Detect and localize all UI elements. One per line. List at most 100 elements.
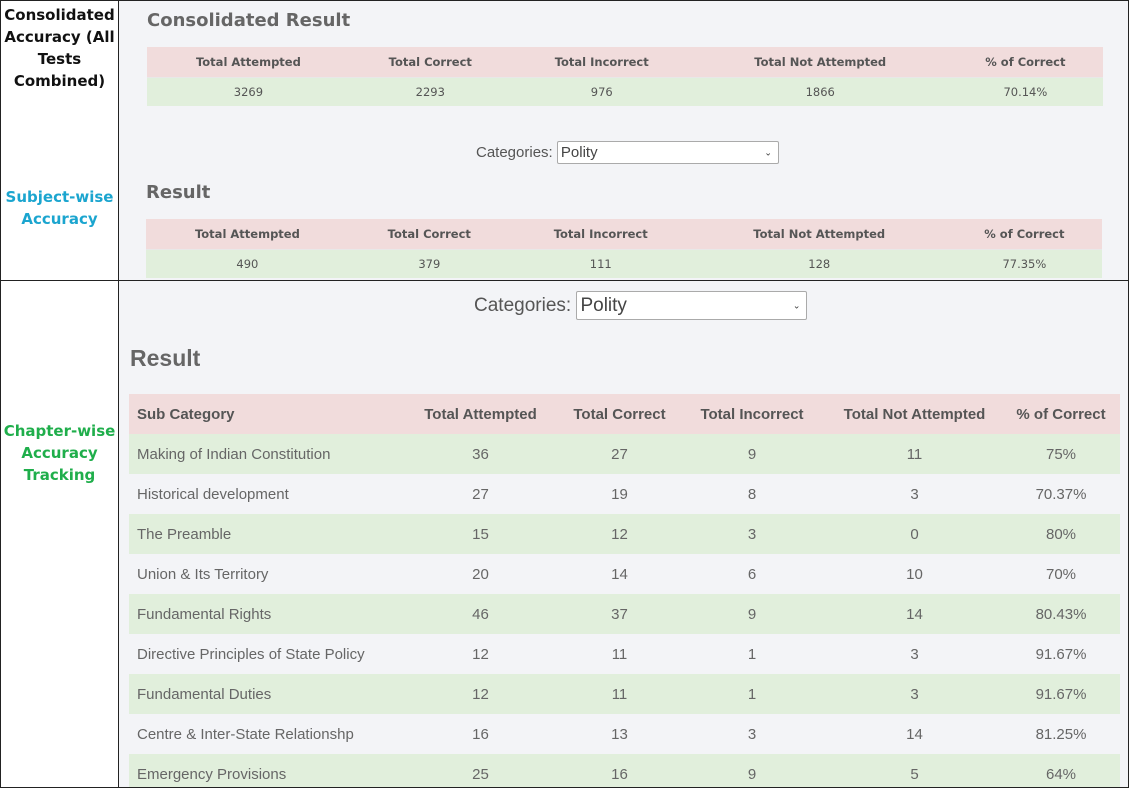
value-total-not-attempted: 1866	[692, 76, 948, 106]
header-total-incorrect: Total Incorrect	[510, 47, 693, 77]
header-total-attempted: Total Attempted	[399, 394, 562, 434]
selected-category: Polity	[580, 295, 627, 316]
cell-total-incorrect: 9	[677, 594, 827, 634]
table-header-row: Total Attempted Total Correct Total Inco…	[147, 47, 1103, 77]
subject-category-select[interactable]: Polity ⌄	[556, 141, 779, 164]
cell-percent-correct: 70%	[1002, 554, 1120, 594]
cell-total-attempted: 12	[399, 674, 562, 714]
value-total-attempted: 490	[146, 248, 349, 278]
table-row: Union & Its Territory 20 14 6 10 70%	[129, 554, 1120, 594]
value-total-not-attempted: 128	[691, 248, 947, 278]
cell-percent-correct: 64%	[1002, 754, 1120, 787]
chapter-category-select[interactable]: Polity ⌄	[576, 291, 808, 320]
table-row: Historical development 27 19 8 3 70.37%	[129, 474, 1120, 514]
selected-category: Polity	[560, 144, 598, 161]
chapter-result-title: Result	[130, 345, 201, 371]
cell-total-correct: 11	[562, 674, 677, 714]
cell-total-not-attempted: 14	[827, 714, 1002, 754]
cell-total-attempted: 16	[399, 714, 562, 754]
cell-total-not-attempted: 14	[827, 594, 1002, 634]
value-total-attempted: 3269	[147, 76, 350, 106]
cell-percent-correct: 80%	[1002, 514, 1120, 554]
cell-sub-category: Union & Its Territory	[129, 554, 399, 594]
table-row: Fundamental Rights 46 37 9 14 80.43%	[129, 594, 1120, 634]
header-total-not-attempted: Total Not Attempted	[827, 394, 1002, 434]
cell-total-attempted: 27	[399, 474, 562, 514]
cell-total-not-attempted: 5	[827, 754, 1002, 787]
cell-total-incorrect: 6	[677, 554, 827, 594]
table-row: Centre & Inter-State Relationshp 16 13 3 14 8…	[129, 714, 1120, 754]
value-total-incorrect: 976	[510, 76, 693, 106]
table-row: 490 379 111 128 77.35%	[146, 248, 1102, 278]
cell-total-not-attempted: 3	[827, 474, 1002, 514]
cell-total-attempted: 12	[399, 634, 562, 674]
table-header-row: Total Attempted Total Correct Total Inco…	[146, 219, 1102, 249]
cell-percent-correct: 70.37%	[1002, 474, 1120, 514]
subject-panel: Consolidated Result Total Attempted Tota…	[119, 1, 1128, 280]
table-row: Making of Indian Constitution 36 27 9 11 75%	[129, 434, 1120, 474]
cell-total-attempted: 15	[399, 514, 562, 554]
chevron-down-icon: ⌄	[792, 300, 801, 310]
cell-total-incorrect: 9	[677, 754, 827, 787]
header-total-correct: Total Correct	[349, 47, 511, 77]
chevron-down-icon: ⌄	[764, 147, 772, 157]
table-row: The Preamble 15 12 3 0 80%	[129, 514, 1120, 554]
consolidated-table: Total Attempted Total Correct Total Inco…	[147, 47, 1103, 106]
cell-sub-category: Directive Principles of State Policy	[129, 634, 399, 674]
cell-total-incorrect: 9	[677, 434, 827, 474]
header-percent-correct: % of Correct	[946, 219, 1102, 249]
value-percent-correct: 70.14%	[947, 76, 1103, 106]
cell-percent-correct: 91.67%	[1002, 634, 1120, 674]
cell-total-not-attempted: 3	[827, 674, 1002, 714]
cell-total-correct: 14	[562, 554, 677, 594]
cell-sub-category: Centre & Inter-State Relationshp	[129, 714, 399, 754]
cell-total-correct: 11	[562, 634, 677, 674]
header-total-incorrect: Total Incorrect	[509, 219, 692, 249]
header-percent-correct: % of Correct	[947, 47, 1103, 77]
header-total-correct: Total Correct	[348, 219, 510, 249]
cell-sub-category: Fundamental Rights	[129, 594, 399, 634]
cell-percent-correct: 91.67%	[1002, 674, 1120, 714]
cell-sub-category: Fundamental Duties	[129, 674, 399, 714]
cell-sub-category: The Preamble	[129, 514, 399, 554]
cell-total-incorrect: 3	[677, 714, 827, 754]
cell-total-incorrect: 8	[677, 474, 827, 514]
cell-total-incorrect: 1	[677, 634, 827, 674]
table-row: Fundamental Duties 12 11 1 3 91.67%	[129, 674, 1120, 714]
subject-result-title: Result	[146, 182, 211, 203]
label-subject-wise-accuracy: Subject-wise Accuracy	[5, 188, 114, 228]
cell-total-attempted: 46	[399, 594, 562, 634]
cell-sub-category: Emergency Provisions	[129, 754, 399, 787]
cell-percent-correct: 81.25%	[1002, 714, 1120, 754]
cell-sub-category: Making of Indian Constitution	[129, 434, 399, 474]
cell-total-correct: 12	[562, 514, 677, 554]
cell-total-correct: 27	[562, 434, 677, 474]
header-percent-correct: % of Correct	[1002, 394, 1120, 434]
cell-total-incorrect: 3	[677, 514, 827, 554]
cell-percent-correct: 75%	[1002, 434, 1120, 474]
cell-total-not-attempted: 11	[827, 434, 1002, 474]
table-row: Emergency Provisions 25 16 9 5 64%	[129, 754, 1120, 787]
value-total-correct: 379	[348, 248, 510, 278]
cell-total-correct: 19	[562, 474, 677, 514]
consolidated-title: Consolidated Result	[147, 10, 351, 31]
categories-label: Categories:	[476, 144, 553, 161]
value-percent-correct: 77.35%	[946, 248, 1102, 278]
header-total-not-attempted: Total Not Attempted	[691, 219, 947, 249]
header-total-attempted: Total Attempted	[147, 47, 350, 77]
table-header-row: Sub Category Total Attempted Total Corre…	[129, 394, 1120, 434]
cell-total-not-attempted: 3	[827, 634, 1002, 674]
cell-percent-correct: 80.43%	[1002, 594, 1120, 634]
cell-total-correct: 37	[562, 594, 677, 634]
cell-sub-category: Historical development	[129, 474, 399, 514]
cell-total-not-attempted: 0	[827, 514, 1002, 554]
header-total-not-attempted: Total Not Attempted	[692, 47, 948, 77]
categories-label: Categories:	[474, 294, 572, 316]
cell-total-correct: 13	[562, 714, 677, 754]
value-total-incorrect: 111	[509, 248, 692, 278]
cell-total-not-attempted: 10	[827, 554, 1002, 594]
table-row: 3269 2293 976 1866 70.14%	[147, 76, 1103, 106]
header-total-incorrect: Total Incorrect	[677, 394, 827, 434]
header-sub-category: Sub Category	[129, 394, 399, 434]
header-total-attempted: Total Attempted	[146, 219, 349, 249]
